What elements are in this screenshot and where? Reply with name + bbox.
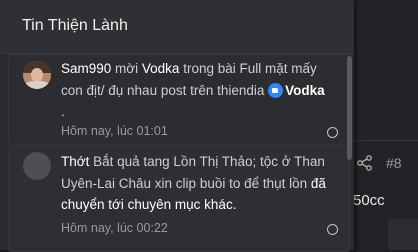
notification-context-text: trong bài (179, 61, 240, 76)
notification-popup: Tin Thiện Lành Sam990 mời Vodka trong bà… (0, 0, 354, 252)
background-post-text: 50cc (353, 192, 385, 209)
scrollbar-thumb[interactable] (347, 56, 352, 160)
user-link[interactable]: Sam990 (61, 61, 111, 76)
post-number-link[interactable]: #8 (386, 155, 402, 171)
mark-read-icon[interactable] (327, 127, 338, 138)
mention-link[interactable]: Vodka (285, 83, 325, 98)
like-icon (268, 82, 284, 98)
background-post-column (354, 0, 418, 250)
avatar[interactable] (23, 61, 51, 89)
notification-time: Hôm nay, lúc 01:01 (61, 124, 168, 138)
notification-message: Sam990 mời Vodka trong bài Full mặt mấy … (61, 58, 341, 123)
notification-message: Thớt Bắt quả tang Lồn Thị Thảo; tộc ở Th… (61, 151, 351, 216)
avatar[interactable] (23, 152, 51, 180)
share-icon[interactable] (356, 154, 374, 172)
notification-item[interactable]: Sam990 mời Vodka trong bài Full mặt mấy … (8, 54, 350, 146)
background-reply-box (388, 218, 418, 250)
notification-trailing-text: . (61, 104, 65, 119)
thread-link[interactable]: Bắt quả tang Lồn Thị Thảo; tộc ở Than Uy… (61, 154, 325, 191)
notification-time: Hôm nay, lúc 00:22 (61, 221, 168, 235)
thread-type-label: Thớt (61, 154, 90, 169)
mark-read-icon[interactable] (327, 224, 338, 235)
popup-title: Tin Thiện Lành (22, 17, 128, 34)
target-user-link[interactable]: Vodka (142, 61, 180, 76)
notification-item[interactable]: Thớt Bắt quả tang Lồn Thị Thảo; tộc ở Th… (8, 145, 350, 252)
background-divider (354, 140, 418, 141)
popup-header: Tin Thiện Lành (0, 0, 354, 54)
notification-action-text: mời (111, 61, 142, 76)
